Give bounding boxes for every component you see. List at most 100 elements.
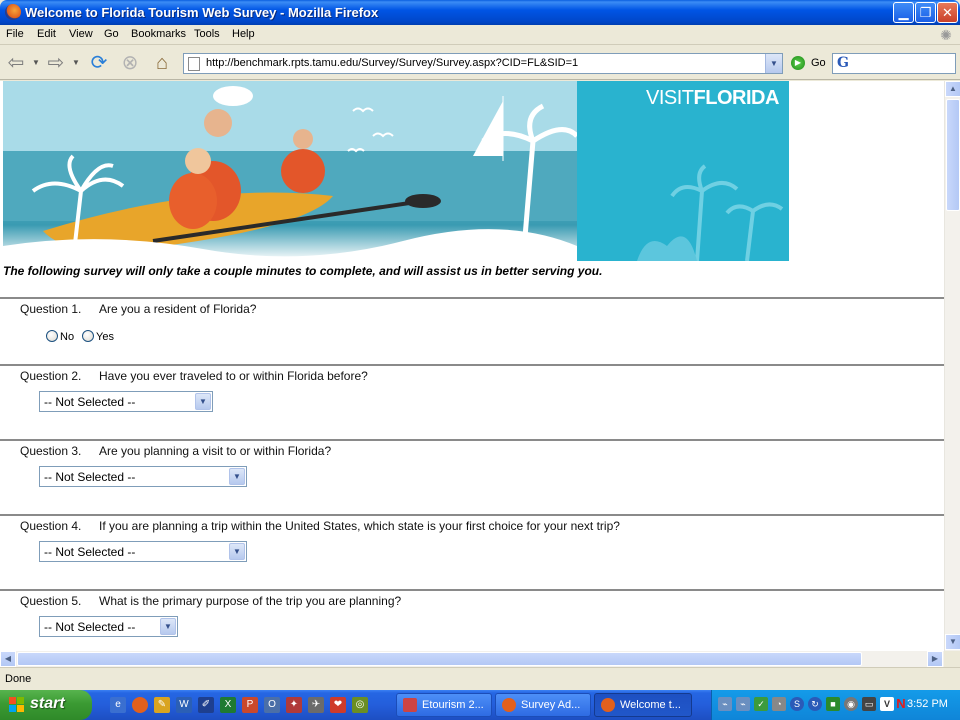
url-history-dropdown-icon[interactable]: ▼ [765, 54, 782, 73]
menu-file[interactable]: File [6, 28, 24, 40]
status-bar: Done [0, 667, 960, 689]
scroll-down-arrow-icon[interactable]: ▼ [945, 634, 960, 650]
app-icon[interactable]: ✦ [286, 697, 302, 713]
outlook-icon[interactable]: O [264, 697, 280, 713]
menu-help[interactable]: Help [232, 28, 255, 40]
radio-yes[interactable] [82, 330, 94, 342]
menu-bookmarks[interactable]: Bookmarks [131, 28, 186, 40]
page-icon [188, 57, 200, 71]
question-block-4: Question 4. If you are planning a trip w… [0, 514, 944, 589]
question-text: What is the primary purpose of the trip … [99, 594, 402, 608]
google-search-engine-icon[interactable]: G [837, 55, 849, 71]
forward-history-dropdown-icon[interactable]: ▼ [72, 52, 80, 74]
clock[interactable]: 3:52 PM [907, 698, 948, 710]
firefox-icon [601, 698, 615, 712]
home-icon[interactable]: ⌂ [150, 52, 174, 74]
tray-network2-icon[interactable]: ⌁ [736, 697, 750, 711]
windows-flag-icon [9, 697, 24, 712]
vertical-scroll-thumb[interactable] [946, 99, 960, 211]
word-icon[interactable]: W [176, 697, 192, 713]
tray-n-icon[interactable]: N [894, 697, 908, 711]
question-text: Have you ever traveled to or within Flor… [99, 369, 368, 383]
tray-app-icon[interactable]: ✓ [754, 697, 768, 711]
task-etourism[interactable]: Etourism 2... [396, 693, 492, 717]
search-input[interactable]: G [832, 53, 956, 74]
minimize-button[interactable]: ▁ [893, 2, 914, 23]
document-icon[interactable]: ✐ [198, 697, 214, 713]
vertical-scrollbar[interactable]: ▲ ▼ [944, 81, 960, 651]
question-number: Question 4. [20, 519, 82, 533]
close-button[interactable]: ✕ [937, 2, 958, 23]
media-player-icon[interactable]: ✎ [154, 697, 170, 713]
question-text: If you are planning a trip within the Un… [99, 519, 620, 533]
tray-clock-icon[interactable]: ◔ [772, 697, 786, 711]
task-label: Etourism 2... [422, 699, 484, 711]
task-label: Welcome t... [620, 699, 681, 711]
tray-ve-icon[interactable]: V [880, 697, 894, 711]
tray-network-icon[interactable]: ⌁ [718, 697, 732, 711]
chevron-down-icon[interactable]: ▼ [229, 468, 245, 485]
tray-sync-icon[interactable]: ↻ [808, 697, 822, 711]
radio-label-yes[interactable]: Yes [96, 331, 114, 343]
question-number: Question 5. [20, 594, 82, 608]
question-5-select[interactable]: -- Not Selected -- ▼ [39, 616, 178, 637]
firefox-logo-icon [5, 4, 21, 20]
select-value: -- Not Selected -- [44, 545, 136, 559]
tray-skype-icon[interactable]: S [790, 697, 804, 711]
excel-icon[interactable]: X [220, 697, 236, 713]
radio-label-no[interactable]: No [60, 331, 74, 343]
question-block-5: Question 5. What is the primary purpose … [0, 589, 944, 651]
chevron-down-icon[interactable]: ▼ [229, 543, 245, 560]
horizontal-scrollbar[interactable]: ◀ ▶ [0, 651, 944, 667]
scrollbar-corner [944, 651, 960, 667]
go-button[interactable]: ▶ Go [790, 55, 830, 73]
tray-volume-icon[interactable]: ◉ [844, 697, 858, 711]
select-value: -- Not Selected -- [44, 620, 136, 634]
start-button[interactable]: start [0, 690, 92, 720]
question-3-select[interactable]: -- Not Selected -- ▼ [39, 466, 247, 487]
question-4-select[interactable]: -- Not Selected -- ▼ [39, 541, 247, 562]
question-2-select[interactable]: -- Not Selected -- ▼ [39, 391, 213, 412]
window-title-bar[interactable]: Welcome to Florida Tourism Web Survey - … [0, 0, 960, 25]
show-desktop-icon[interactable]: e [110, 697, 126, 713]
scroll-right-arrow-icon[interactable]: ▶ [927, 651, 943, 667]
app2-icon[interactable]: ❤ [330, 697, 346, 713]
start-label: start [30, 695, 65, 712]
select-value: -- Not Selected -- [44, 470, 136, 484]
horizontal-scroll-thumb[interactable] [17, 652, 862, 666]
tool-icon[interactable]: ✈ [308, 697, 324, 713]
maximize-button[interactable]: ❐ [915, 2, 936, 23]
menu-tools[interactable]: Tools [194, 28, 220, 40]
chevron-down-icon[interactable]: ▼ [160, 618, 176, 635]
radio-no[interactable] [46, 330, 58, 342]
question-text: Are you planning a visit to or within Fl… [99, 444, 332, 458]
firefox-icon [502, 698, 516, 712]
app3-icon[interactable]: ◎ [352, 697, 368, 713]
powerpoint-icon[interactable]: P [242, 697, 258, 713]
chevron-down-icon[interactable]: ▼ [195, 393, 211, 410]
status-text: Done [5, 673, 32, 685]
question-block-2: Question 2. Have you ever traveled to or… [0, 364, 944, 439]
menu-view[interactable]: View [69, 28, 93, 40]
scroll-up-arrow-icon[interactable]: ▲ [945, 81, 960, 97]
reload-icon[interactable]: ⟳ [87, 52, 111, 74]
page-content: VISITFLORIDA The following survey will o… [0, 81, 944, 651]
visit-florida-logo: VISITFLORIDA [646, 87, 779, 109]
question-text: Are you a resident of Florida? [99, 302, 257, 316]
back-arrow-icon[interactable]: ⇦ [4, 52, 28, 74]
forward-arrow-icon[interactable]: ⇨ [44, 52, 68, 74]
task-survey-admin[interactable]: Survey Ad... [495, 693, 591, 717]
select-value: -- Not Selected -- [44, 395, 136, 409]
tray-green-icon[interactable]: ■ [826, 697, 840, 711]
scroll-left-arrow-icon[interactable]: ◀ [0, 651, 16, 667]
menu-go[interactable]: Go [104, 28, 119, 40]
tray-monitor-icon[interactable]: ▭ [862, 697, 876, 711]
back-history-dropdown-icon[interactable]: ▼ [32, 52, 40, 74]
stop-icon[interactable]: ⊗ [118, 52, 142, 74]
task-welcome[interactable]: Welcome t... [594, 693, 692, 717]
firefox-quicklaunch-icon[interactable] [132, 697, 148, 713]
banner-illustration [3, 81, 579, 261]
question-number: Question 2. [20, 369, 82, 383]
url-bar[interactable]: http://benchmark.rpts.tamu.edu/Survey/Su… [183, 53, 783, 74]
menu-edit[interactable]: Edit [37, 28, 56, 40]
